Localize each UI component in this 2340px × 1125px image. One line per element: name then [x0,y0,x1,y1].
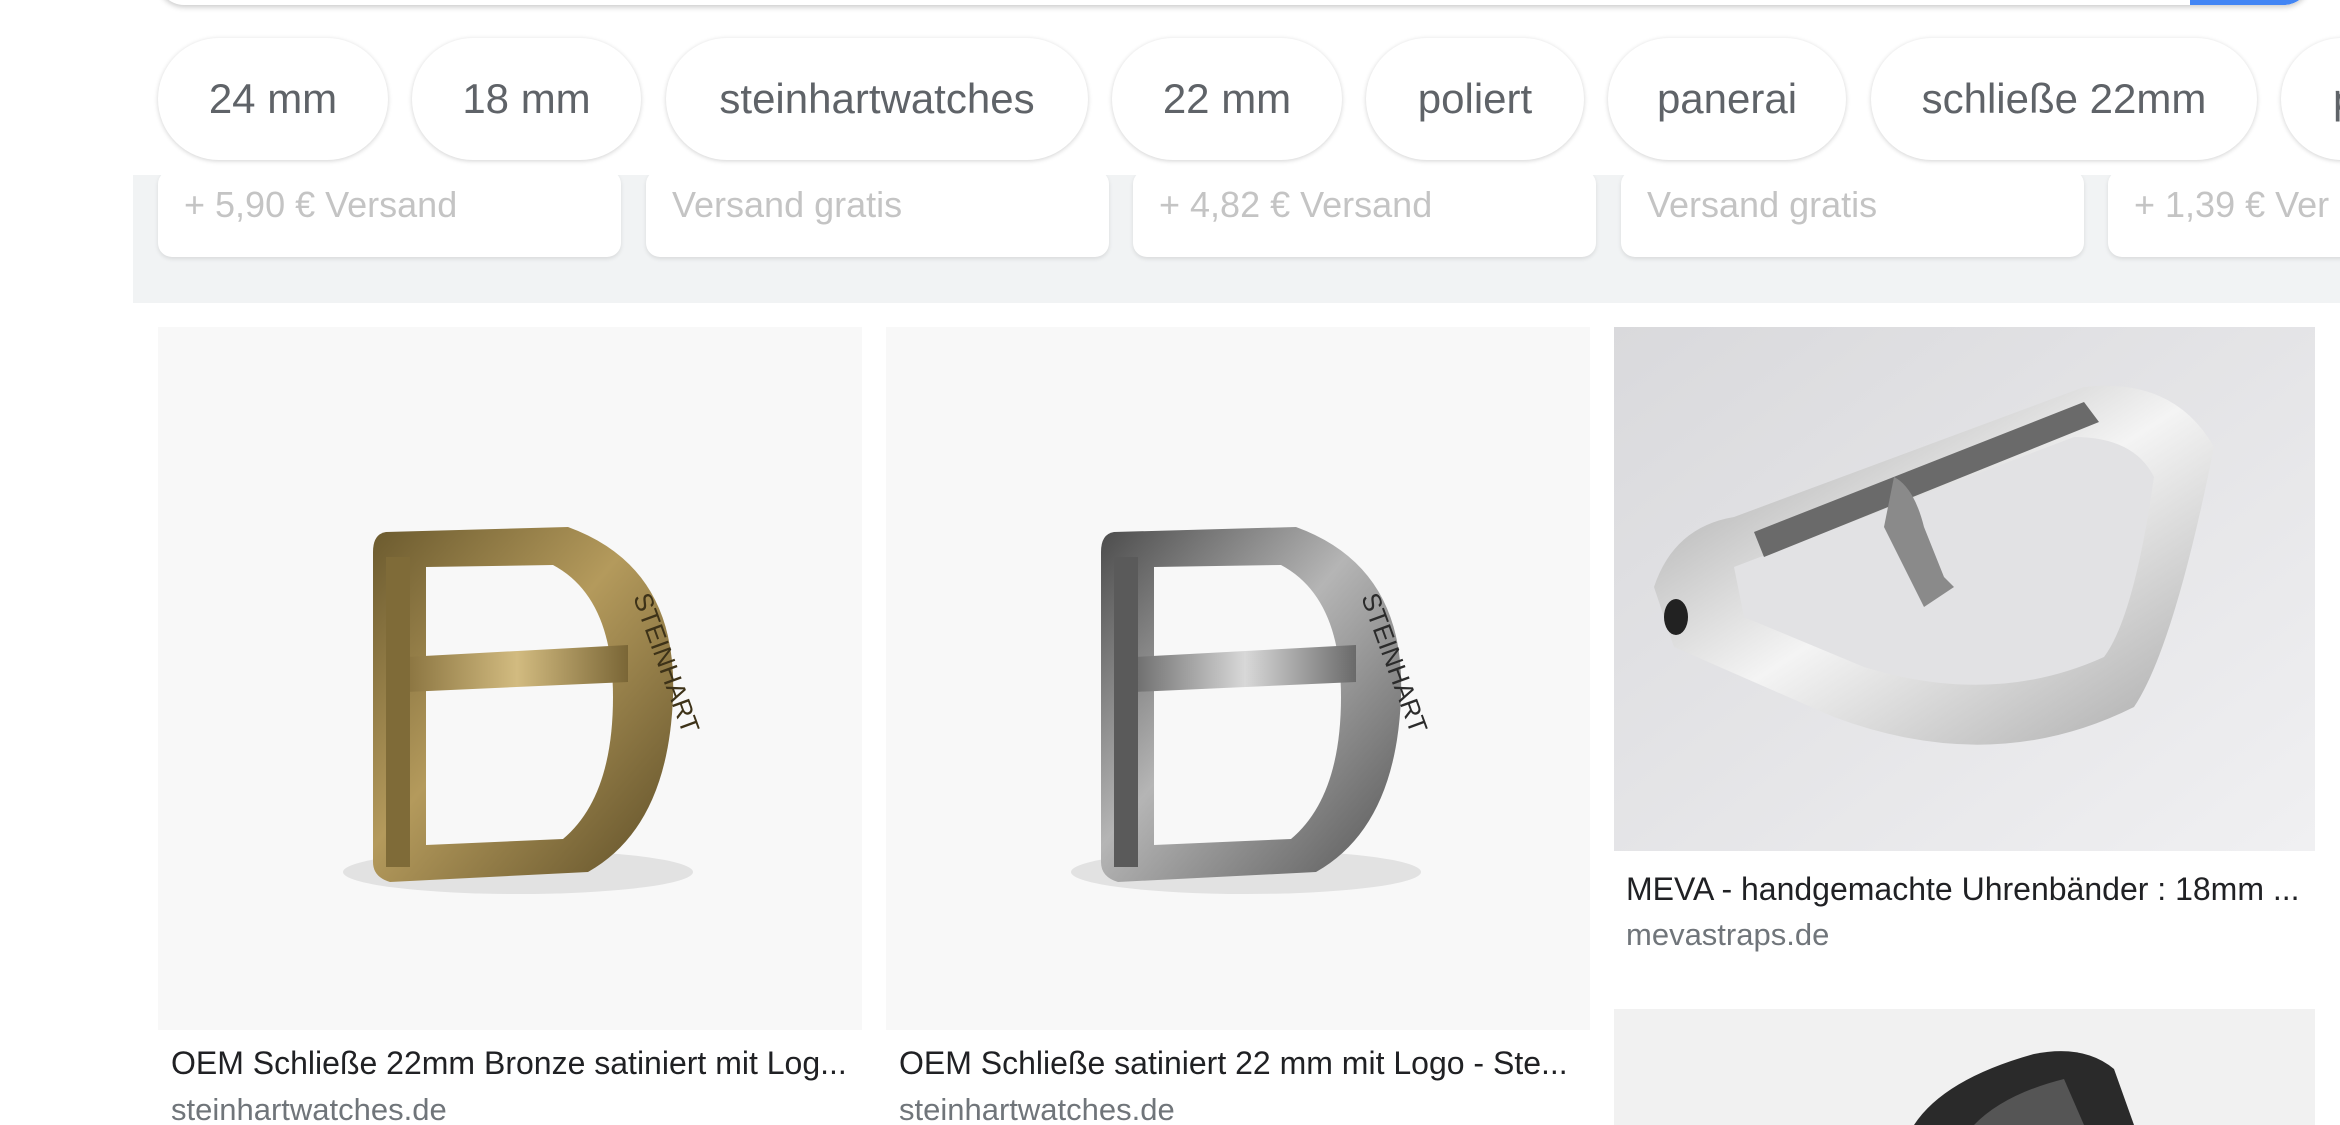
shopping-card[interactable]: Versand gratis [646,170,1109,257]
filter-chip-row: 24 mm 18 mm steinhartwatches 22 mm polie… [0,0,2340,175]
chip-label: 18 mm [462,75,591,122]
result-title-1[interactable]: OEM Schließe 22mm Bronze satiniert mit L… [171,1045,851,1082]
result-source-3[interactable]: mevastraps.de [1626,917,1829,953]
shopping-card[interactable]: Versand gratis [1621,170,2084,257]
result-source-1[interactable]: steinhartwatches.de [171,1092,447,1125]
bronze-buckle-image: STEINHART [343,527,706,894]
chip-label: poliert [1417,75,1533,122]
dark-buckle-image [1614,1009,2315,1125]
steel-buckle-image: STEINHART [1071,527,1434,894]
result-image-2[interactable]: STEINHART [886,327,1590,1030]
result-image-3[interactable] [1614,327,2315,851]
search-button[interactable] [2190,0,2310,5]
chip-steinhartwatches[interactable]: steinhartwatches [666,38,1088,160]
chip-schliesse-22mm[interactable]: schließe 22mm [1871,38,2257,160]
shopping-card[interactable]: + 5,90 € Versand [158,170,621,257]
chip-label: panerai [1656,75,1798,122]
shipping-text: Versand gratis [1647,184,1878,225]
shipping-text: + 1,39 € Ver [2134,184,2330,225]
result-image-1[interactable]: STEINHART [158,327,862,1030]
result-image-4[interactable] [1614,1009,2315,1125]
shipping-text: + 4,82 € Versand [1159,184,1433,225]
chip-poliert[interactable]: poliert [1366,38,1584,160]
chip-24-mm[interactable]: 24 mm [158,38,388,160]
chip-label: 22 mm [1162,75,1292,122]
shipping-text: Versand gratis [672,184,903,225]
shopping-card[interactable]: + 1,39 € Ver [2108,170,2340,257]
chip-label: 24 mm [208,75,338,122]
shopping-card[interactable]: + 4,82 € Versand [1133,170,1596,257]
chip-partial[interactable]: p [2281,38,2340,160]
search-bar[interactable] [158,0,2310,5]
chip-label: p [2333,75,2340,123]
chip-18-mm[interactable]: 18 mm [412,38,641,160]
result-title-2[interactable]: OEM Schließe satiniert 22 mm mit Logo - … [899,1045,1579,1082]
chip-22-mm[interactable]: 22 mm [1112,38,1342,160]
shipping-text: + 5,90 € Versand [184,184,458,225]
chip-label: schließe 22mm [1921,75,2207,122]
result-title-3[interactable]: MEVA - handgemachte Uhrenbänder : 18mm .… [1626,871,2306,908]
polished-buckle-image [1614,327,2315,851]
chip-label: steinhartwatches [719,75,1035,122]
search-results-page: + 5,90 € Versand Versand gratis + 4,82 €… [0,0,2340,1125]
result-source-2[interactable]: steinhartwatches.de [899,1092,1175,1125]
chip-panerai[interactable]: panerai [1608,38,1846,160]
